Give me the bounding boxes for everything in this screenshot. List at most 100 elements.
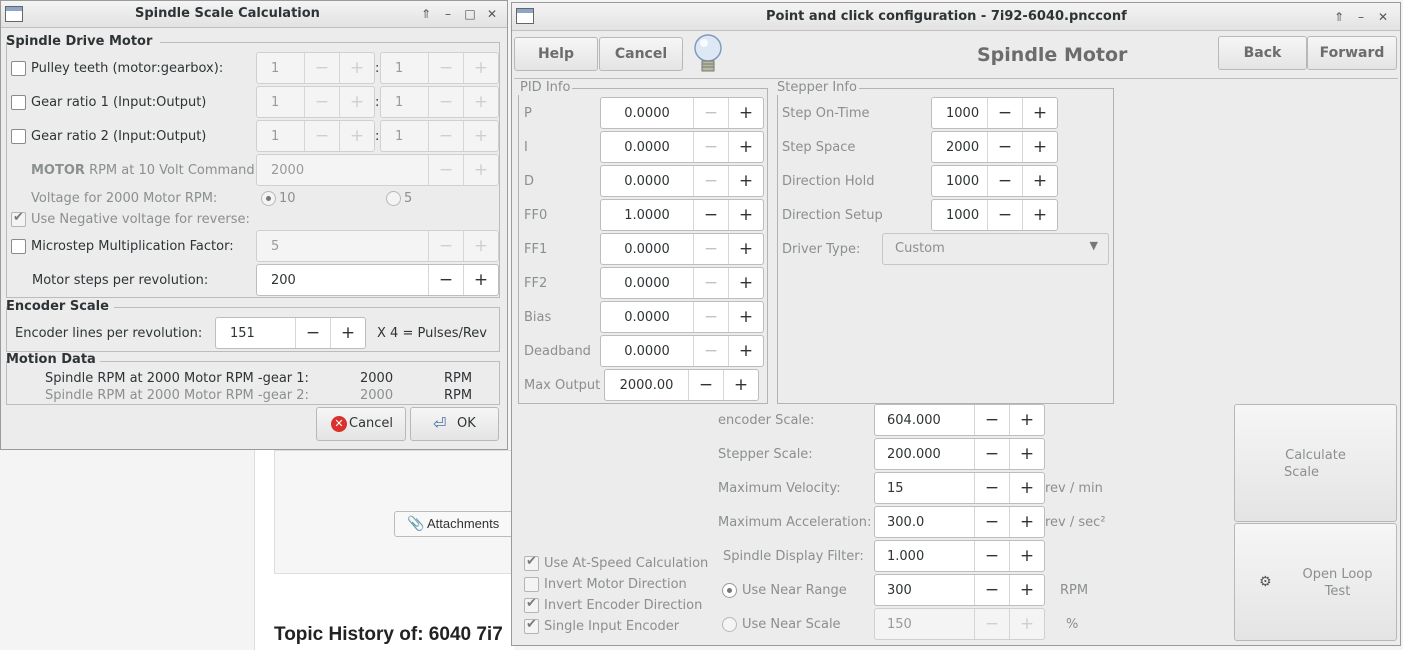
increment-icon[interactable]: + bbox=[728, 132, 763, 162]
pid-deadband-spinner[interactable]: 0.0000− + bbox=[600, 335, 764, 367]
decrement-icon[interactable]: − bbox=[987, 166, 1022, 196]
keep-above-icon[interactable]: ⇑ bbox=[417, 5, 435, 23]
spinner-value[interactable]: 1000 bbox=[932, 166, 987, 196]
decrement-icon[interactable]: − bbox=[428, 121, 463, 151]
decrement-icon[interactable]: − bbox=[693, 200, 728, 230]
minimize-icon[interactable]: – bbox=[1352, 8, 1370, 26]
decrement-icon[interactable]: − bbox=[693, 268, 728, 298]
spinner-value[interactable]: 1.000 bbox=[875, 541, 974, 571]
increment-icon[interactable]: + bbox=[339, 121, 374, 151]
spinner-value[interactable]: 0.0000 bbox=[601, 268, 693, 298]
single-input-checkbox[interactable] bbox=[524, 617, 539, 634]
decrement-icon[interactable]: − bbox=[974, 507, 1009, 537]
spinner-value[interactable]: 1 bbox=[381, 87, 428, 117]
direction-setup-spinner[interactable]: 1000− + bbox=[931, 199, 1058, 231]
increment-icon[interactable]: + bbox=[463, 265, 498, 295]
spinner-value[interactable]: 1 bbox=[257, 121, 304, 151]
increment-icon[interactable]: + bbox=[1009, 439, 1044, 469]
increment-icon[interactable]: + bbox=[1009, 405, 1044, 435]
spinner-value[interactable]: 0.0000 bbox=[601, 234, 693, 264]
pid-p-spinner[interactable]: 0.0000− + bbox=[600, 97, 764, 129]
encoder-lines-spinner[interactable]: 151− + bbox=[215, 317, 366, 349]
display-filter-spinner[interactable]: 1.000− + bbox=[874, 540, 1045, 572]
spinner-value[interactable]: 0.0000 bbox=[601, 336, 693, 366]
voltage-10-radio[interactable] bbox=[261, 191, 276, 206]
decrement-icon[interactable]: − bbox=[974, 541, 1009, 571]
spinner-value[interactable]: 150 bbox=[875, 609, 974, 639]
spinner-value[interactable]: 0.0000 bbox=[601, 98, 693, 128]
close-icon[interactable]: ✕ bbox=[1374, 8, 1392, 26]
spinner-value[interactable]: 1 bbox=[257, 87, 304, 117]
voltage-5-radio[interactable] bbox=[386, 191, 401, 206]
decrement-icon[interactable]: − bbox=[693, 234, 728, 264]
decrement-icon[interactable]: − bbox=[974, 405, 1009, 435]
main-cancel-button[interactable]: Cancel bbox=[599, 37, 683, 71]
spinner-value[interactable]: 300.0 bbox=[875, 507, 974, 537]
gear1-checkbox[interactable] bbox=[11, 95, 26, 110]
lightbulb-icon[interactable] bbox=[692, 32, 724, 76]
increment-icon[interactable]: + bbox=[728, 268, 763, 298]
gear2-checkbox[interactable] bbox=[11, 129, 26, 144]
increment-icon[interactable]: + bbox=[1009, 541, 1044, 571]
spinner-value[interactable]: 0.0000 bbox=[601, 132, 693, 162]
decrement-icon[interactable]: − bbox=[693, 302, 728, 332]
decrement-icon[interactable]: − bbox=[428, 155, 463, 185]
decrement-icon[interactable]: − bbox=[974, 473, 1009, 503]
back-button[interactable]: Back bbox=[1218, 36, 1307, 70]
increment-icon[interactable]: + bbox=[1022, 98, 1057, 128]
increment-icon[interactable]: + bbox=[1009, 609, 1044, 639]
pulley-checkbox[interactable] bbox=[11, 61, 26, 76]
close-icon[interactable]: ✕ bbox=[483, 5, 501, 23]
increment-icon[interactable]: + bbox=[728, 234, 763, 264]
decrement-icon[interactable]: − bbox=[974, 575, 1009, 605]
max-accel-spinner[interactable]: 300.0− + bbox=[874, 506, 1045, 538]
increment-icon[interactable]: + bbox=[1022, 166, 1057, 196]
max-velocity-spinner[interactable]: 15− + bbox=[874, 472, 1045, 504]
at-speed-checkbox[interactable] bbox=[524, 554, 539, 571]
increment-icon[interactable]: + bbox=[723, 370, 758, 400]
increment-icon[interactable]: + bbox=[463, 53, 498, 83]
spinner-value[interactable]: 604.000 bbox=[875, 405, 974, 435]
decrement-icon[interactable]: − bbox=[428, 265, 463, 295]
spinner-value[interactable]: 1000 bbox=[932, 200, 987, 230]
increment-icon[interactable]: + bbox=[1022, 132, 1057, 162]
motor-rpm-spinner[interactable]: 2000− + bbox=[256, 154, 499, 186]
invert-encoder-checkbox[interactable] bbox=[524, 596, 539, 613]
spinner-value[interactable]: 15 bbox=[875, 473, 974, 503]
decrement-icon[interactable]: − bbox=[688, 370, 723, 400]
keep-above-icon[interactable]: ⇑ bbox=[1330, 8, 1348, 26]
near-range-spinner[interactable]: 300− + bbox=[874, 574, 1045, 606]
neg-voltage-checkbox[interactable] bbox=[11, 210, 26, 227]
increment-icon[interactable]: + bbox=[728, 302, 763, 332]
near-scale-radio[interactable] bbox=[722, 617, 737, 632]
spinner-value[interactable]: 151 bbox=[216, 318, 295, 348]
near-scale-spinner[interactable]: 150− + bbox=[874, 608, 1045, 640]
pid-ff0-spinner[interactable]: 1.0000− + bbox=[600, 199, 764, 231]
max-output-spinner[interactable]: 2000.00− + bbox=[604, 369, 759, 401]
spinner-value[interactable]: 1 bbox=[257, 53, 304, 83]
increment-icon[interactable]: + bbox=[463, 155, 498, 185]
pulley-gearbox-spinner[interactable]: 1− + bbox=[380, 52, 499, 84]
increment-icon[interactable]: + bbox=[339, 87, 374, 117]
invert-motor-checkbox[interactable] bbox=[524, 577, 539, 592]
decrement-icon[interactable]: − bbox=[428, 231, 463, 261]
step-space-spinner[interactable]: 2000− + bbox=[931, 131, 1058, 163]
encoder-scale-spinner[interactable]: 604.000− + bbox=[874, 404, 1045, 436]
spinner-value[interactable]: 1.0000 bbox=[601, 200, 693, 230]
decrement-icon[interactable]: − bbox=[987, 98, 1022, 128]
decrement-icon[interactable]: − bbox=[974, 439, 1009, 469]
decrement-icon[interactable]: − bbox=[987, 132, 1022, 162]
attachments-button[interactable]: 📎 Attachments bbox=[394, 511, 516, 537]
dialog-ok-button[interactable]: ⏎ OK bbox=[410, 407, 499, 441]
spinner-value[interactable]: 2000 bbox=[257, 155, 428, 185]
decrement-icon[interactable]: − bbox=[428, 87, 463, 117]
decrement-icon[interactable]: − bbox=[693, 166, 728, 196]
spinner-value[interactable]: 300 bbox=[875, 575, 974, 605]
microstep-checkbox[interactable] bbox=[11, 239, 26, 254]
decrement-icon[interactable]: − bbox=[987, 200, 1022, 230]
direction-hold-spinner[interactable]: 1000− + bbox=[931, 165, 1058, 197]
decrement-icon[interactable]: − bbox=[693, 336, 728, 366]
driver-type-select[interactable]: Custom ▼ bbox=[882, 233, 1109, 265]
decrement-icon[interactable]: − bbox=[304, 121, 339, 151]
increment-icon[interactable]: + bbox=[728, 98, 763, 128]
